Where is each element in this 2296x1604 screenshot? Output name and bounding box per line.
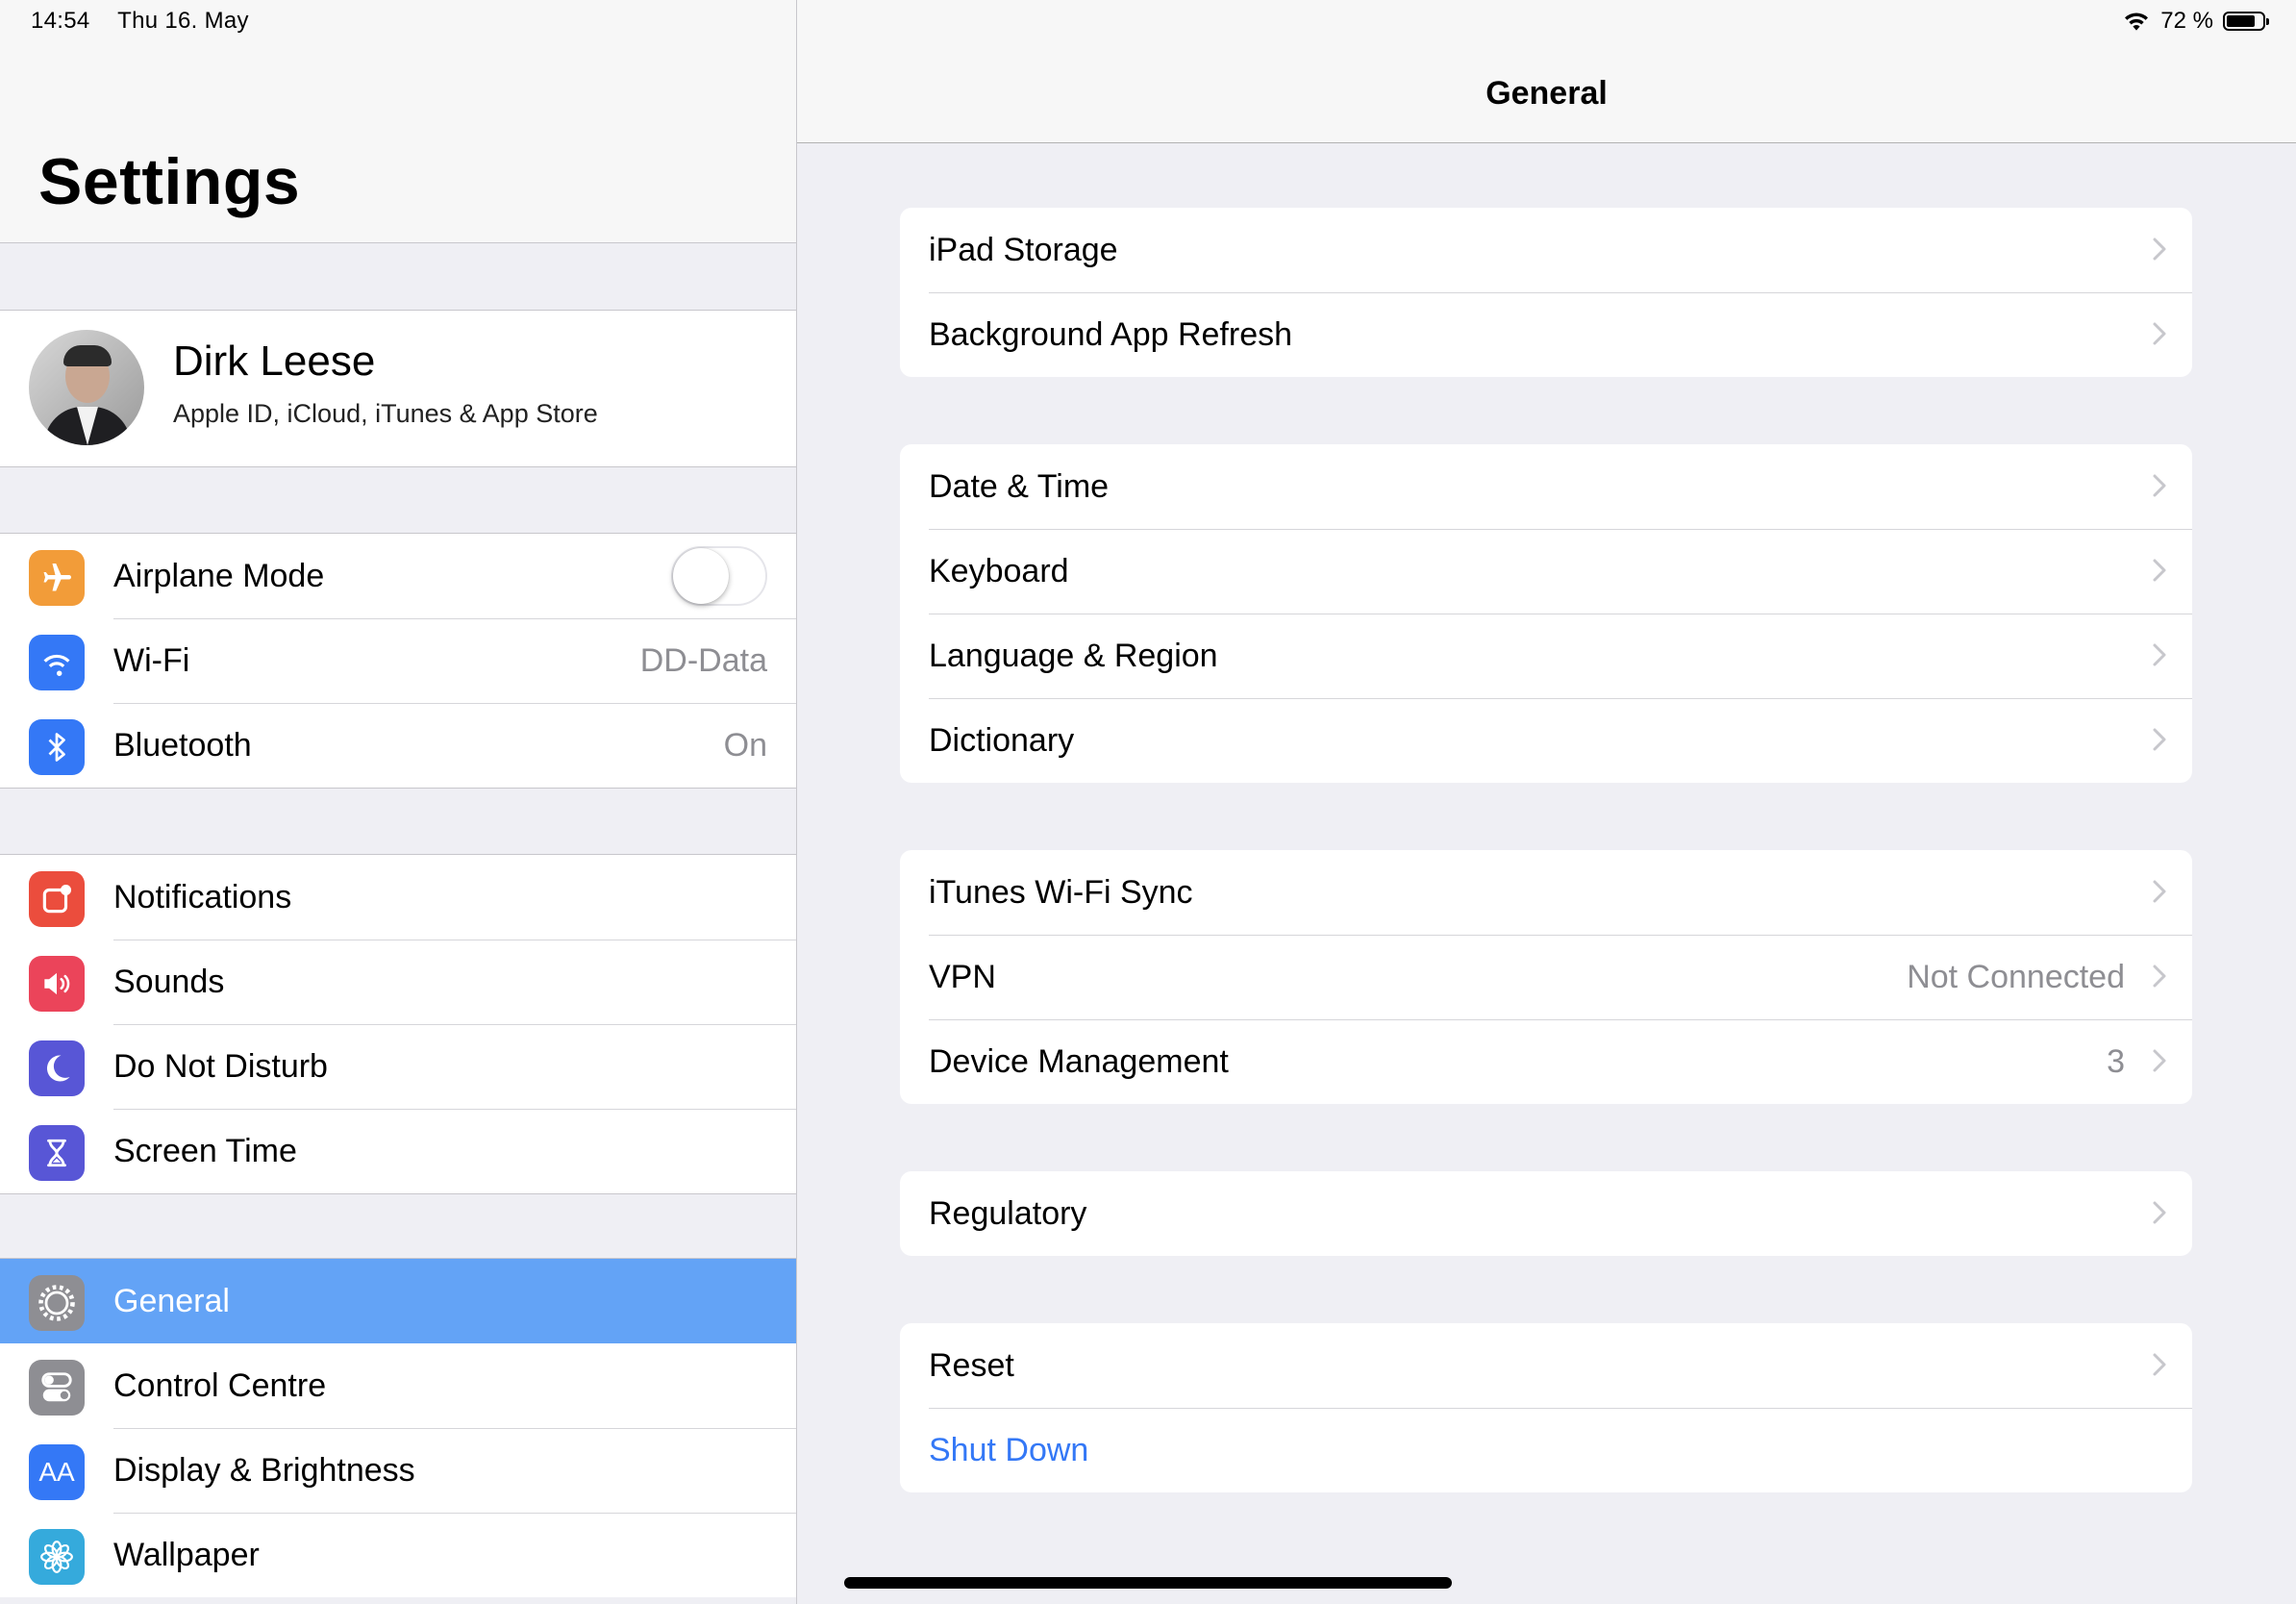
- row-label: Dictionary: [929, 721, 1075, 759]
- row-label: iPad Storage: [929, 231, 1118, 268]
- row-background-app-refresh[interactable]: Background App Refresh: [900, 292, 2192, 377]
- shut-down-button[interactable]: Shut Down: [900, 1408, 2192, 1492]
- flower-icon: [29, 1529, 85, 1585]
- sounds-icon: [29, 956, 85, 1012]
- sidebar-item-label: Wi-Fi: [113, 641, 190, 679]
- chevron-right-icon: [2153, 1049, 2166, 1072]
- battery-percentage: 72 %: [2160, 8, 2213, 34]
- row-regulatory[interactable]: Regulatory: [900, 1171, 2192, 1256]
- chevron-right-icon: [2153, 728, 2166, 751]
- chevron-right-icon: [2153, 965, 2166, 988]
- sidebar-item-label: Sounds: [113, 963, 225, 1000]
- status-date: Thu 16. May: [117, 8, 249, 34]
- vpn-status-value: Not Connected: [1907, 958, 2125, 995]
- airplane-icon: [29, 550, 85, 606]
- sidebar-item-label: Display & Brightness: [113, 1451, 415, 1489]
- connectivity-group: Airplane Mode Wi-Fi DD-Data Bluetooth On: [0, 533, 796, 789]
- sidebar-item-label: Notifications: [113, 878, 292, 915]
- status-bar-left: 14:54 Thu 16. May: [31, 8, 270, 35]
- reset-card: Reset Shut Down: [900, 1323, 2192, 1492]
- device-management-count: 3: [2107, 1042, 2125, 1080]
- row-keyboard[interactable]: Keyboard: [900, 529, 2192, 614]
- sidebar-item-screen-time[interactable]: Screen Time: [0, 1109, 796, 1193]
- apple-id-profile-row[interactable]: Dirk Leese Apple ID, iCloud, iTunes & Ap…: [0, 310, 796, 467]
- sidebar-item-label: Do Not Disturb: [113, 1047, 328, 1085]
- hourglass-icon: [29, 1125, 85, 1181]
- nav-title: General: [1485, 75, 1608, 112]
- notifications-icon: [29, 871, 85, 927]
- avatar: [29, 330, 144, 445]
- notifications-group: Notifications Sounds Do Not Disturb Scre…: [0, 854, 796, 1194]
- wifi-network-value: DD-Data: [639, 641, 767, 679]
- text-size-icon: AA: [29, 1444, 85, 1500]
- page-title: Settings: [38, 145, 301, 218]
- chevron-right-icon: [2153, 238, 2166, 261]
- chevron-right-icon: [2153, 643, 2166, 666]
- row-label: Background App Refresh: [929, 315, 1293, 353]
- airplane-mode-toggle[interactable]: [671, 546, 767, 606]
- row-label: Regulatory: [929, 1194, 1087, 1232]
- status-bar-right: 72 %: [2122, 8, 2269, 35]
- chevron-right-icon: [2153, 1201, 2166, 1224]
- profile-subtitle: Apple ID, iCloud, iTunes & App Store: [173, 399, 598, 428]
- bluetooth-status-value: On: [723, 726, 767, 764]
- row-vpn[interactable]: VPN Not Connected: [900, 935, 2192, 1019]
- sidebar-item-notifications[interactable]: Notifications: [0, 855, 796, 940]
- sidebar-item-sounds[interactable]: Sounds: [0, 940, 796, 1024]
- chevron-right-icon: [2153, 1353, 2166, 1376]
- status-time: 14:54: [31, 8, 90, 34]
- sidebar-item-wallpaper[interactable]: Wallpaper: [0, 1513, 796, 1597]
- sidebar-item-wifi[interactable]: Wi-Fi DD-Data: [0, 618, 796, 703]
- locale-card: Date & Time Keyboard Language & Region D…: [900, 444, 2192, 783]
- sidebar-item-label: Wallpaper: [113, 1536, 260, 1573]
- row-dictionary[interactable]: Dictionary: [900, 698, 2192, 783]
- sidebar-item-label: Control Centre: [113, 1366, 327, 1404]
- chevron-right-icon: [2153, 559, 2166, 582]
- row-label: iTunes Wi-Fi Sync: [929, 873, 1193, 911]
- sidebar-item-do-not-disturb[interactable]: Do Not Disturb: [0, 1024, 796, 1109]
- storage-card: iPad Storage Background App Refresh: [900, 208, 2192, 377]
- sidebar-item-bluetooth[interactable]: Bluetooth On: [0, 703, 796, 788]
- row-itunes-wifi-sync[interactable]: iTunes Wi-Fi Sync: [900, 850, 2192, 935]
- wifi-icon: [29, 635, 85, 690]
- network-card: iTunes Wi-Fi Sync VPN Not Connected Devi…: [900, 850, 2192, 1104]
- sidebar-header: Settings: [0, 0, 796, 243]
- battery-icon: [2223, 12, 2269, 31]
- sidebar-item-control-centre[interactable]: Control Centre: [0, 1343, 796, 1428]
- system-group: General Control Centre AA Display & Brig…: [0, 1258, 796, 1597]
- wifi-signal-icon: [2125, 13, 2149, 31]
- sidebar-item-label: Bluetooth: [113, 726, 252, 764]
- row-language-region[interactable]: Language & Region: [900, 614, 2192, 698]
- row-reset[interactable]: Reset: [900, 1323, 2192, 1408]
- bluetooth-icon: [29, 719, 85, 775]
- row-label: Reset: [929, 1346, 1014, 1384]
- row-ipad-storage[interactable]: iPad Storage: [900, 208, 2192, 292]
- home-indicator[interactable]: [844, 1577, 1452, 1589]
- chevron-right-icon: [2153, 880, 2166, 903]
- row-label: Date & Time: [929, 467, 1110, 505]
- profile-name: Dirk Leese: [173, 338, 376, 385]
- row-label: Language & Region: [929, 637, 1218, 674]
- shut-down-label: Shut Down: [929, 1431, 1089, 1468]
- regulatory-card: Regulatory: [900, 1171, 2192, 1256]
- sidebar-item-label: General: [113, 1282, 230, 1319]
- navigation-bar: General: [797, 0, 2296, 143]
- detail-pane: General iPad Storage Background App Refr…: [797, 0, 2296, 1604]
- row-label: VPN: [929, 958, 996, 995]
- chevron-right-icon: [2153, 322, 2166, 345]
- switches-icon: [29, 1360, 85, 1416]
- row-label: Device Management: [929, 1042, 1229, 1080]
- moon-icon: [29, 1040, 85, 1096]
- row-device-management[interactable]: Device Management 3: [900, 1019, 2192, 1104]
- sidebar-item-label: Airplane Mode: [113, 557, 325, 594]
- chevron-right-icon: [2153, 474, 2166, 497]
- sidebar-item-display-brightness[interactable]: AA Display & Brightness: [0, 1428, 796, 1513]
- sidebar: Settings Dirk Leese Apple ID, iCloud, iT…: [0, 0, 797, 1604]
- row-label: Keyboard: [929, 552, 1069, 589]
- row-date-time[interactable]: Date & Time: [900, 444, 2192, 529]
- sidebar-item-label: Screen Time: [113, 1132, 297, 1169]
- gear-icon: [29, 1275, 85, 1331]
- sidebar-item-airplane-mode[interactable]: Airplane Mode: [0, 534, 796, 618]
- sidebar-item-general[interactable]: General: [0, 1259, 796, 1343]
